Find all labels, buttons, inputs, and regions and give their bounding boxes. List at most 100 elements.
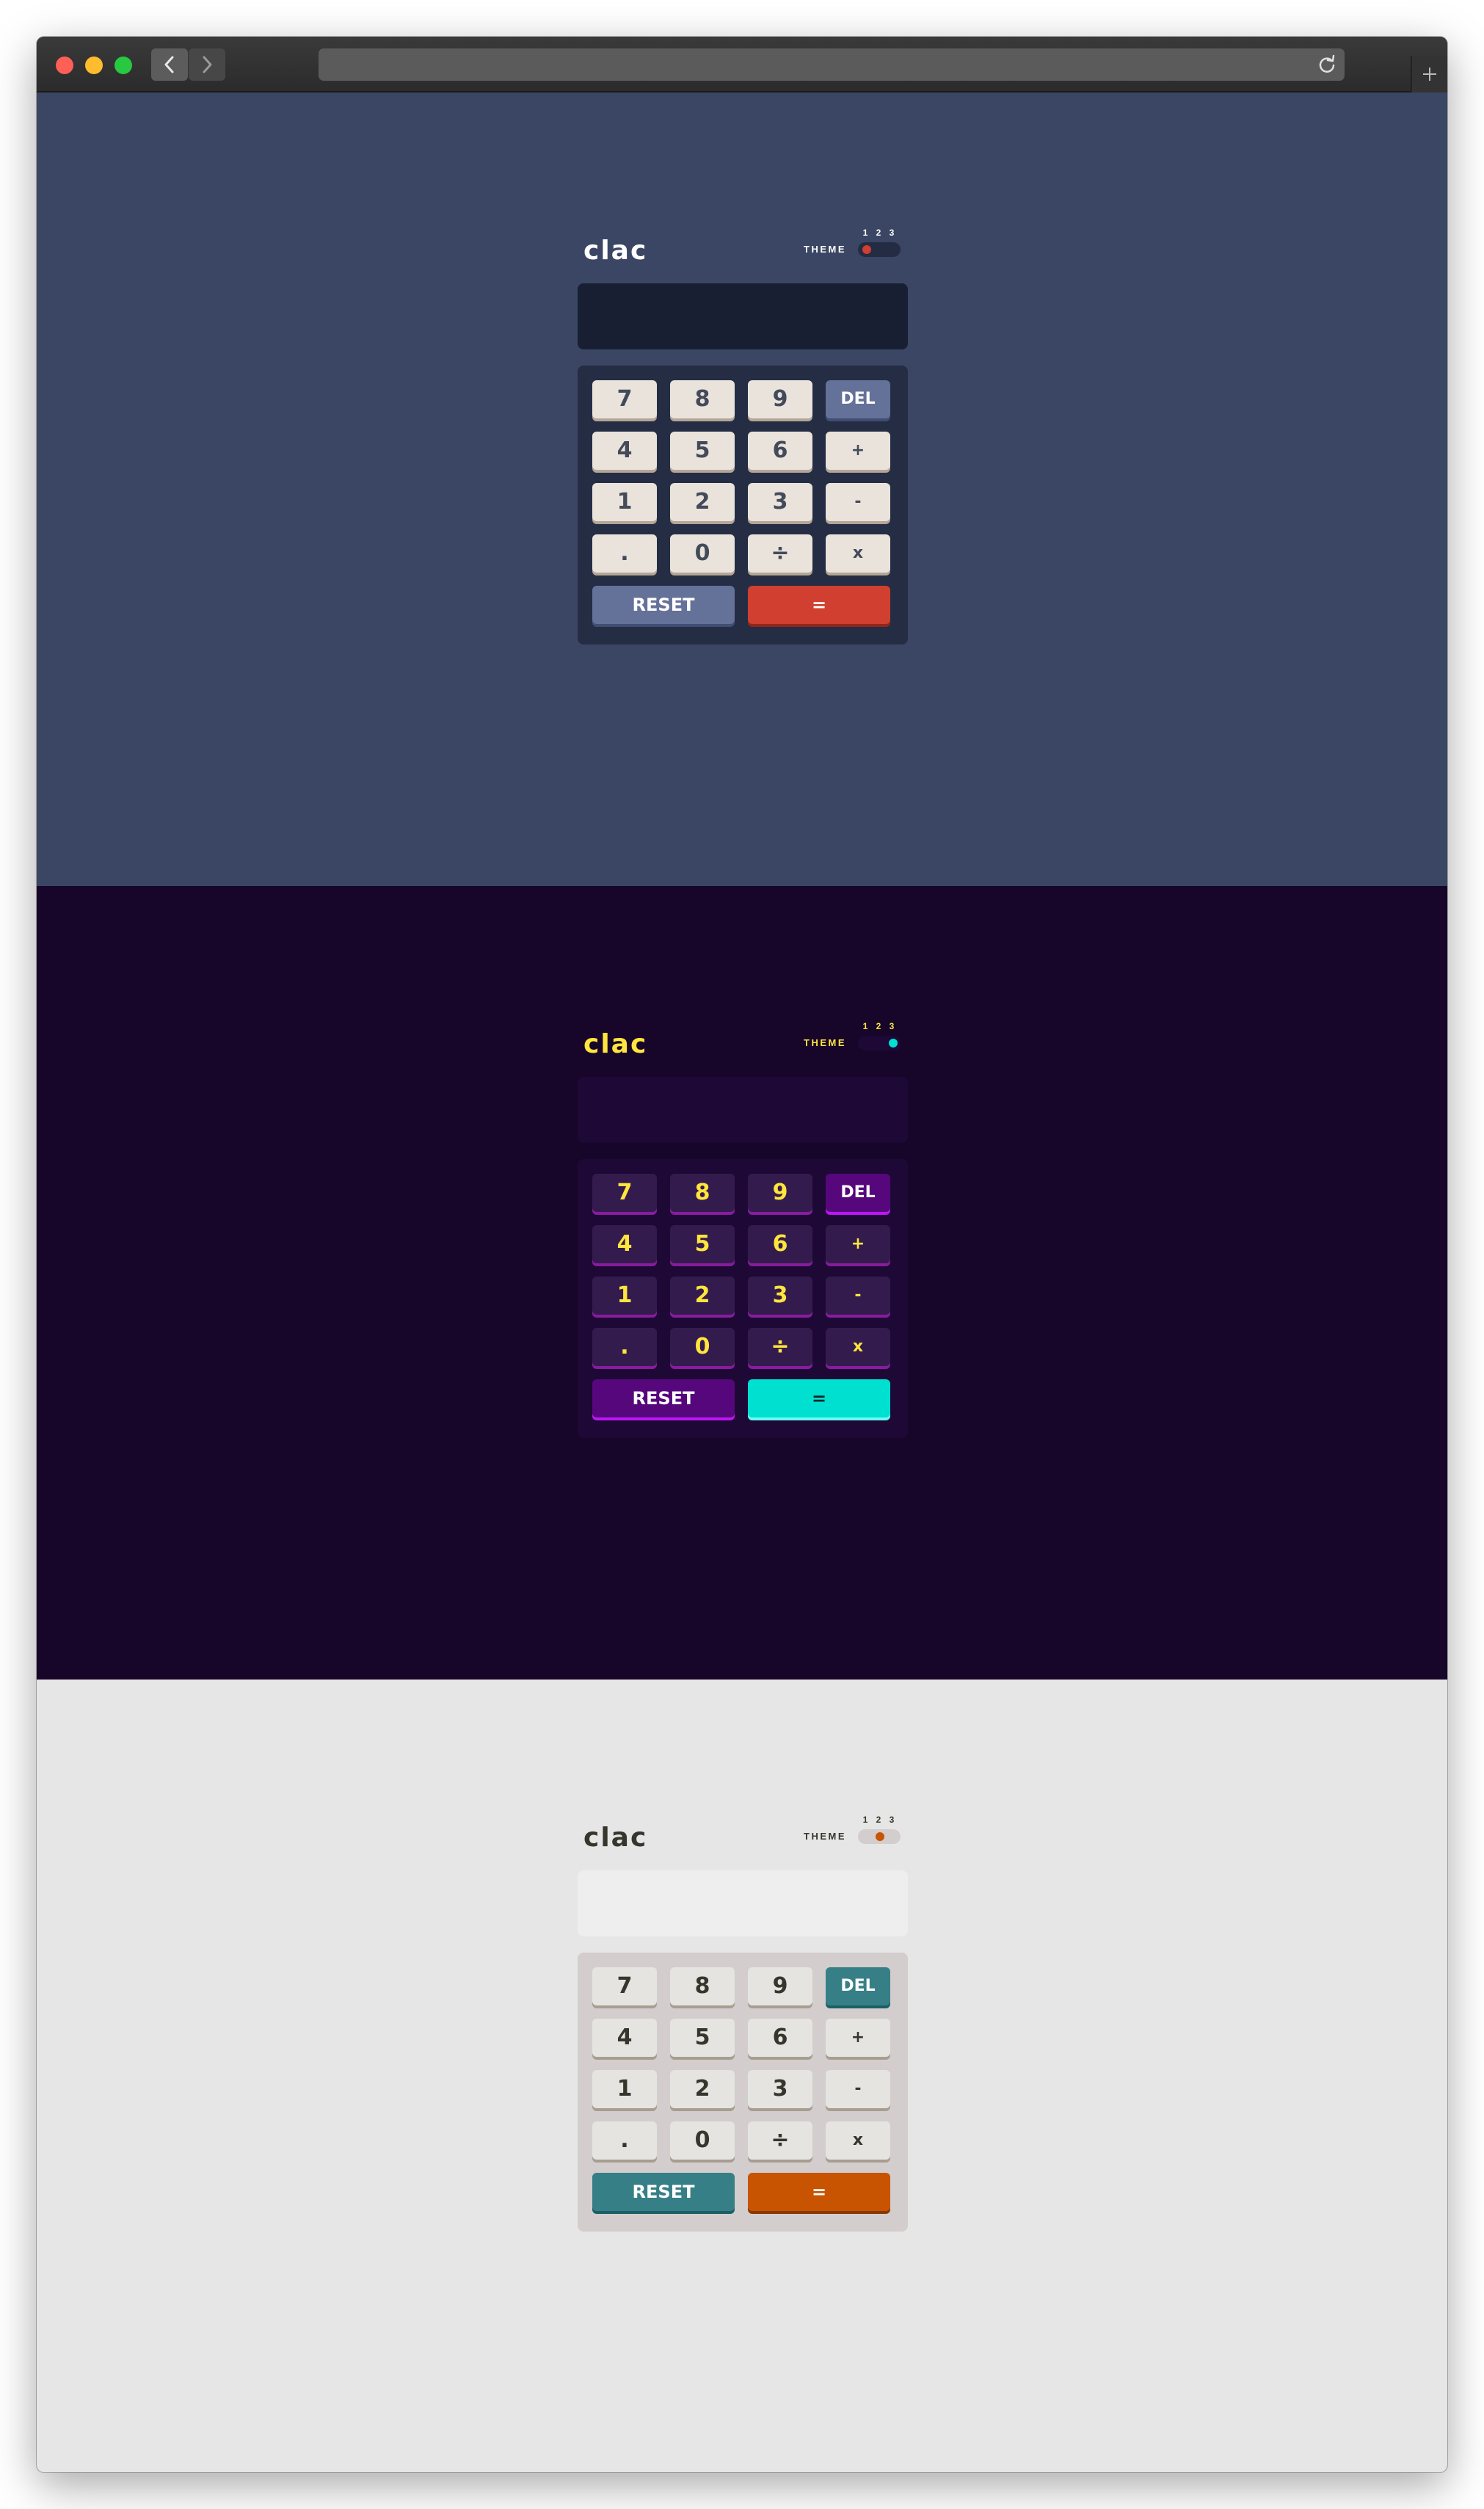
theme-toggle[interactable] (858, 242, 901, 257)
key-5[interactable]: 5 (670, 432, 735, 470)
key-2[interactable]: 2 (670, 483, 735, 521)
calculator-header: clac THEME 1 2 3 (578, 1017, 908, 1061)
key-8[interactable]: 8 (670, 1174, 735, 1212)
forward-button[interactable] (189, 48, 225, 81)
multiply-button[interactable]: x (826, 534, 890, 573)
multiply-button[interactable]: x (826, 2121, 890, 2160)
theme-panel-3: clac THEME 1 2 3 7 8 9 DEL 4 5 6 +1 2 3-. 0 ÷ x RESET = (37, 1680, 1447, 2472)
reset-button[interactable]: RESET (592, 1379, 735, 1417)
theme-toggle-knob[interactable] (889, 1039, 898, 1047)
key-6[interactable]: 6 (748, 432, 812, 470)
key-3[interactable]: 3 (748, 1277, 812, 1315)
theme-toggle[interactable] (858, 1036, 901, 1050)
subtract-button[interactable]: - (826, 1277, 890, 1315)
calculator-header: clac THEME 1 2 3 (578, 1810, 908, 1854)
key-6[interactable]: 6 (748, 1225, 812, 1263)
theme-panels: clac THEME 1 2 3 7 8 9 DEL 4 5 6 +1 2 3-. 0 ÷ x RESET = clac… (37, 92, 1447, 2472)
theme-toggle-knob[interactable] (862, 245, 871, 254)
key-2[interactable]: 2 (670, 2070, 735, 2108)
key-4[interactable]: 4 (592, 432, 657, 470)
close-window-button[interactable] (56, 57, 73, 74)
key-3[interactable]: 3 (748, 2070, 812, 2108)
theme-number-1: 1 (862, 1021, 868, 1031)
add-button[interactable]: + (826, 2019, 890, 2057)
theme-label: THEME (804, 1037, 846, 1048)
theme-numbers: 123 (859, 228, 903, 238)
minimize-window-button[interactable] (85, 57, 103, 74)
equals-button[interactable]: = (748, 2173, 890, 2211)
multiply-button[interactable]: x (826, 1328, 890, 1366)
calculator-header: clac THEME 1 2 3 (578, 223, 908, 267)
theme-number-2: 2 (876, 1021, 881, 1031)
calculator-screen (578, 1870, 908, 1936)
add-button[interactable]: + (826, 1225, 890, 1263)
delete-button[interactable]: DEL (826, 1967, 890, 2005)
chevron-right-icon (203, 56, 212, 73)
theme-toggle-knob[interactable] (876, 1832, 884, 1841)
decimal-button[interactable]: . (592, 2121, 657, 2160)
calculator: clac THEME 1 2 3 7 8 9 DEL 4 5 6 +1 2 3-. 0 ÷ x RESET = (578, 223, 908, 645)
decimal-button[interactable]: . (592, 534, 657, 573)
subtract-button[interactable]: - (826, 483, 890, 521)
theme-number-2: 2 (876, 228, 881, 238)
theme-number-3: 3 (889, 228, 895, 238)
maximize-window-button[interactable] (114, 57, 132, 74)
key-9[interactable]: 9 (748, 1174, 812, 1212)
key-5[interactable]: 5 (670, 2019, 735, 2057)
theme-number-1: 1 (862, 228, 868, 238)
back-button[interactable] (151, 48, 188, 81)
theme-numbers: 123 (859, 1815, 903, 1825)
key-9[interactable]: 9 (748, 1967, 812, 2005)
key-7[interactable]: 7 (592, 380, 657, 418)
browser-window: clac THEME 1 2 3 7 8 9 DEL 4 5 6 +1 2 3-. 0 ÷ x RESET = clac… (37, 37, 1447, 2472)
theme-number-3: 3 (889, 1815, 895, 1825)
calculator-screen (578, 1077, 908, 1143)
key-1[interactable]: 1 (592, 1277, 657, 1315)
theme-toggle[interactable] (858, 1829, 901, 1844)
key-7[interactable]: 7 (592, 1174, 657, 1212)
address-bar[interactable] (319, 48, 1345, 81)
key-4[interactable]: 4 (592, 1225, 657, 1263)
theme-number-2: 2 (876, 1815, 881, 1825)
logo: clac (583, 1029, 648, 1059)
calculator-screen (578, 283, 908, 349)
divide-button[interactable]: ÷ (748, 2121, 812, 2160)
reset-button[interactable]: RESET (592, 586, 735, 624)
key-7[interactable]: 7 (592, 1967, 657, 2005)
keypad: 7 8 9 DEL 4 5 6 +1 2 3-. 0 ÷ x RESET = (578, 1159, 908, 1438)
delete-button[interactable]: DEL (826, 380, 890, 418)
theme-numbers: 123 (859, 1021, 903, 1031)
key-3[interactable]: 3 (748, 483, 812, 521)
theme-panel-2: clac THEME 1 2 3 7 8 9 DEL 4 5 6 +1 2 3-. 0 ÷ x RESET = (37, 886, 1447, 1680)
decimal-button[interactable]: . (592, 1328, 657, 1366)
equals-button[interactable]: = (748, 1379, 890, 1417)
keypad: 7 8 9 DEL 4 5 6 +1 2 3-. 0 ÷ x RESET = (578, 366, 908, 645)
logo: clac (583, 1823, 648, 1853)
divide-button[interactable]: ÷ (748, 1328, 812, 1366)
logo: clac (583, 236, 648, 266)
key-1[interactable]: 1 (592, 483, 657, 521)
new-tab-button[interactable] (1411, 56, 1447, 92)
key-4[interactable]: 4 (592, 2019, 657, 2057)
browser-titlebar (37, 37, 1447, 92)
theme-label: THEME (804, 244, 846, 255)
reload-icon[interactable] (1317, 54, 1337, 75)
theme-number-1: 1 (862, 1815, 868, 1825)
key-0[interactable]: 0 (670, 2121, 735, 2160)
key-0[interactable]: 0 (670, 1328, 735, 1366)
key-5[interactable]: 5 (670, 1225, 735, 1263)
key-8[interactable]: 8 (670, 380, 735, 418)
delete-button[interactable]: DEL (826, 1174, 890, 1212)
key-2[interactable]: 2 (670, 1277, 735, 1315)
divide-button[interactable]: ÷ (748, 534, 812, 573)
add-button[interactable]: + (826, 432, 890, 470)
equals-button[interactable]: = (748, 586, 890, 624)
key-9[interactable]: 9 (748, 380, 812, 418)
key-6[interactable]: 6 (748, 2019, 812, 2057)
key-1[interactable]: 1 (592, 2070, 657, 2108)
key-0[interactable]: 0 (670, 534, 735, 573)
theme-number-3: 3 (889, 1021, 895, 1031)
reset-button[interactable]: RESET (592, 2173, 735, 2211)
key-8[interactable]: 8 (670, 1967, 735, 2005)
subtract-button[interactable]: - (826, 2070, 890, 2108)
